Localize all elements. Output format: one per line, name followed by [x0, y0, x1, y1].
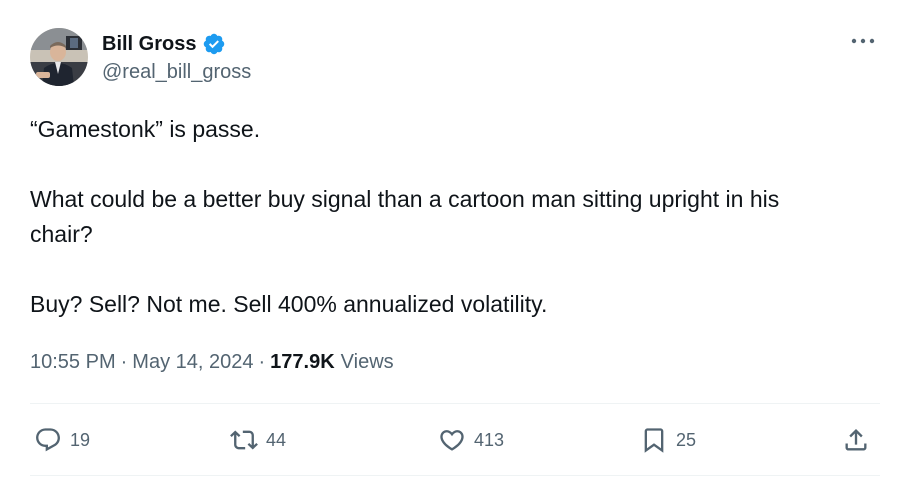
divider	[30, 403, 880, 404]
repost-button[interactable]: 44	[230, 420, 286, 460]
tweet-card: Bill Gross @real_bill_gross “Gamestonk” …	[0, 0, 901, 478]
name-row: Bill Gross	[102, 30, 251, 58]
action-bar: 19 44 413 25	[30, 420, 880, 460]
share-upload-icon	[845, 429, 867, 451]
repost-count: 44	[266, 429, 287, 450]
meta-separator: ·	[258, 351, 266, 373]
avatar-photo	[30, 28, 88, 86]
avatar[interactable]	[30, 28, 88, 86]
bookmark-count: 25	[676, 429, 697, 450]
tweet-paragraph: What could be a better buy signal than a…	[30, 186, 780, 247]
views-label: Views	[340, 351, 394, 373]
display-name[interactable]: Bill Gross	[102, 33, 196, 56]
heart-icon	[440, 430, 464, 451]
more-dots-icon[interactable]	[849, 31, 877, 51]
verified-badge-icon[interactable]	[202, 32, 226, 56]
reply-button[interactable]: 19	[34, 420, 90, 460]
views-count[interactable]: 177.9K	[270, 351, 335, 374]
tweet-time[interactable]: 10:55 PM	[30, 351, 116, 374]
handle[interactable]: @real_bill_gross	[102, 61, 251, 84]
meta-separator: ·	[120, 351, 128, 373]
tweet-meta: 10:55 PM · May 14, 2024 · 177.9K Views	[30, 351, 394, 374]
bookmark-icon	[644, 428, 664, 453]
tweet-text: “Gamestonk” is passe. What could be a be…	[30, 112, 880, 322]
reply-bubble-icon	[36, 428, 60, 452]
author-block: Bill Gross @real_bill_gross	[102, 30, 251, 84]
tweet-paragraph: Buy? Sell? Not me. Sell 400% annualized …	[30, 291, 548, 317]
reply-count: 19	[70, 429, 91, 450]
repost-arrows-icon	[230, 430, 258, 450]
like-button[interactable]: 413	[438, 420, 504, 460]
bookmark-button[interactable]: 25	[640, 420, 696, 460]
tweet-date[interactable]: May 14, 2024	[132, 351, 253, 374]
share-button[interactable]	[842, 420, 870, 460]
divider	[30, 475, 880, 476]
tweet-paragraph: “Gamestonk” is passe.	[30, 116, 261, 142]
like-count: 413	[474, 429, 505, 450]
